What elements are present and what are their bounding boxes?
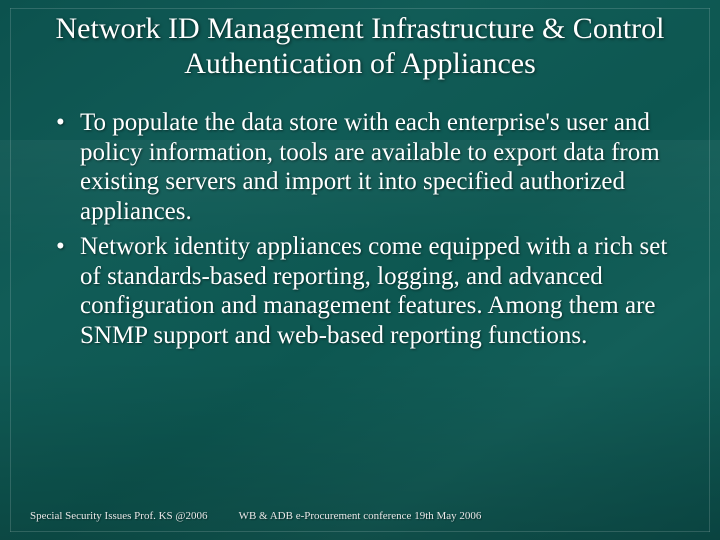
frame-line-left — [10, 8, 11, 532]
bullet-item: Network identity appliances come equippe… — [52, 232, 682, 350]
slide-body: To populate the data store with each ent… — [52, 108, 682, 356]
frame-line-bottom — [10, 531, 710, 532]
footer-center: WB & ADB e-Procurement conference 19th M… — [230, 510, 490, 524]
bullet-text: To populate the data store with each ent… — [80, 109, 660, 225]
bullet-text: Network identity appliances come equippe… — [80, 233, 667, 349]
footer-left: Special Security Issues Prof. KS @2006 — [30, 510, 220, 524]
bullet-item: To populate the data store with each ent… — [52, 108, 682, 226]
frame-line-right — [709, 8, 710, 532]
bullet-list: To populate the data store with each ent… — [52, 108, 682, 350]
frame-line-top — [10, 8, 710, 9]
slide: Network ID Management Infrastructure & C… — [0, 0, 720, 540]
slide-title: Network ID Management Infrastructure & C… — [30, 12, 690, 81]
